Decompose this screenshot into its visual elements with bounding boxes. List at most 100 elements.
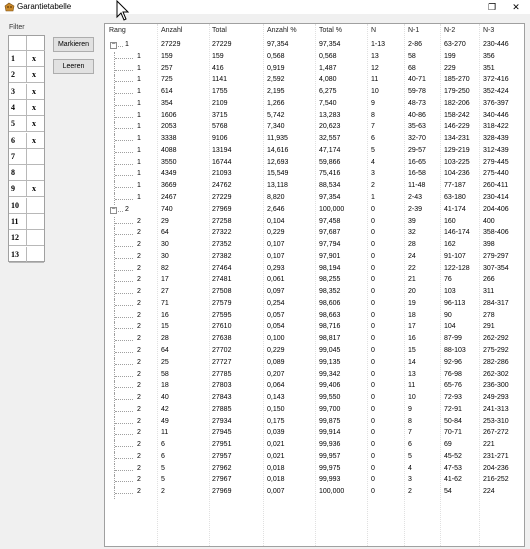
cell-n-minus-3: 279-445 [483,158,509,166]
filter-row[interactable]: 2x [9,67,45,84]
filter-row[interactable]: 11 [9,214,45,230]
table-row[interactable]: 2 5 27967 0,018 99,993 0 3 41-62 216-252 [105,475,524,488]
cell-rank: 2 [137,288,141,296]
table-row[interactable]: 1 725 1141 2,592 4,080 11 40-71 185-270 372-416 [105,75,524,88]
collapse-icon[interactable]: − [110,206,117,214]
filter-row[interactable]: 5x [9,116,45,133]
filter-row-mark[interactable] [27,198,44,214]
cell-n-minus-2: 54 [444,488,452,496]
table-row[interactable]: 2 42 27885 0,150 99,700 0 9 72-91 241-313 [105,404,524,417]
column-header-n-minus-3[interactable]: N-3 [483,27,494,34]
filter-row-mark[interactable]: x [27,133,44,149]
filter-row-mark[interactable]: x [27,51,44,67]
cell-rank: 1 [137,64,141,72]
clear-button[interactable]: Leeren [53,59,94,74]
table-row[interactable]: 2 5 27962 0,018 99,975 0 4 47-53 204-236 [105,463,524,476]
table-row[interactable]: 2 30 27352 0,107 97,794 0 28 162 398 [105,240,524,252]
filter-row-mark[interactable]: x [27,67,44,84]
table-row[interactable]: 2 18 27803 0,064 99,406 0 11 65-76 236-300 [105,381,524,394]
filter-row[interactable]: 9x [9,181,45,198]
tree-line [115,316,133,318]
filter-row-mark[interactable] [27,214,44,230]
filter-row[interactable]: 8 [9,165,45,182]
table-row[interactable]: 2 40 27843 0,143 99,550 0 10 72-93 249-293 [105,393,524,405]
cell-n-minus-2: 104 [444,323,456,331]
column-header-count-pct[interactable]: Anzahl % [267,27,297,34]
tree-line [115,304,133,306]
filter-row[interactable]: 10 [9,197,45,214]
table-row[interactable]: 1 4349 21093 15,549 75,416 3 16-58 104-236 275-4… [105,169,524,182]
maximize-button[interactable]: ❐ [484,1,500,13]
table-row[interactable]: 2 58 27785 0,207 99,342 0 13 76-98 262-302 [105,369,524,382]
table-row[interactable]: 2 71 27579 0,254 98,606 0 19 96-113 284-317 [105,298,524,311]
filter-row-number: 6 [9,132,27,149]
table-row[interactable]: 2 64 27322 0,229 97,687 0 32 146-174 358-406 [105,228,524,241]
filter-row[interactable]: 13 [9,246,45,263]
column-header-rank[interactable]: Rang [109,27,126,34]
filter-row-mark[interactable] [27,230,44,247]
table-row[interactable]: 1 2053 5768 7,340 20,623 7 35-63 146-229 318-422 [105,122,524,135]
table-row[interactable]: 2 64 27702 0,229 99,045 0 15 88-103 275-292 [105,346,524,358]
cell-rank: 1 [137,135,141,143]
table-row[interactable]: 2 17 27481 0,061 98,255 0 21 76 266 [105,275,524,288]
filter-row[interactable]: 3x [9,83,45,100]
table-row[interactable]: 2 6 27957 0,021 99,957 0 5 45-52 231-271 [105,451,524,464]
filter-row-mark[interactable]: x [27,116,44,133]
filter-row-mark[interactable] [27,165,44,182]
table-row[interactable]: 1 354 2109 1,266 7,540 9 48-73 182-206 376-397 [105,98,524,111]
filter-row-mark[interactable]: x [27,84,44,100]
table-row[interactable]: 2 28 27638 0,100 98,817 0 16 87-99 262-292 [105,334,524,347]
table-row[interactable]: 1 614 1755 2,195 6,275 10 59-78 179-250 352-424 [105,87,524,99]
filter-row-mark[interactable] [27,247,44,263]
cell-n: 0 [371,382,375,390]
table-row[interactable]: 2 29 27258 0,104 97,458 0 39 160 400 [105,216,524,229]
cell-count-pct: 14,616 [267,146,289,154]
table-row[interactable]: 2 16 27595 0,057 98,663 0 18 90 278 [105,310,524,323]
column-header-total-pct[interactable]: Total % [319,27,342,34]
filter-row-mark[interactable] [27,149,44,165]
table-row[interactable]: 2 15 27610 0,054 98,716 0 17 104 291 [105,322,524,335]
table-row[interactable]: 2 2 27969 0,007 100,000 0 2 54 224 [105,487,524,500]
cell-total: 27885 [212,405,232,413]
cell-n: 0 [371,335,375,343]
group-row[interactable]: −2 740 27969 2,646 100,000 0 2-39 41-174 204-406 [105,205,524,216]
close-button[interactable]: ✕ [508,1,524,13]
table-row[interactable]: 1 4088 13194 14,616 47,174 5 29-57 129-219 312-4… [105,145,524,158]
cell-count-pct: 0,007 [267,488,285,496]
column-header-n-minus-2[interactable]: N-2 [444,27,455,34]
cell-rank: 2 [137,335,141,343]
table-row[interactable]: 2 82 27464 0,293 98,194 0 22 122-128 307-354 [105,263,524,276]
column-header-total[interactable]: Total [212,27,227,34]
guarantee-table[interactable]: Rang Anzahl Total Anzahl % Total % N N-1 N-2 N-3… [104,23,525,547]
table-row[interactable]: 2 27 27508 0,097 98,352 0 20 103 311 [105,287,524,299]
table-row[interactable]: 1 3550 16744 12,693 59,866 4 16-65 103-225 279-4… [105,157,524,170]
table-row[interactable]: 1 3338 9106 11,935 32,557 6 32-70 134-231 328-43… [105,134,524,146]
table-row[interactable]: 2 11 27945 0,039 99,914 0 7 70-71 267-272 [105,428,524,441]
table-row[interactable]: 2 30 27382 0,107 97,901 0 24 91-107 279-297 [105,251,524,264]
filter-row[interactable]: 1x [9,51,45,67]
cell-n: 0 [371,464,375,472]
filter-row[interactable]: 7 [9,148,45,165]
filter-row-mark[interactable]: x [27,100,44,116]
table-row[interactable]: 1 159 159 0,568 0,568 13 58 199 356 [105,51,524,64]
column-header-n-minus-1[interactable]: N-1 [408,27,419,34]
mark-button[interactable]: Markieren [53,37,94,52]
cell-n-minus-3: 262-302 [483,370,509,378]
filter-row-mark[interactable]: x [27,181,44,198]
table-row[interactable]: 1 3669 24762 13,118 88,534 2 11-48 77-187 260-41… [105,181,524,193]
table-row[interactable]: 1 1606 3715 5,742 13,283 8 40-86 158-242 340-446 [105,110,524,123]
table-row[interactable]: 1 2467 27229 8,820 97,354 1 2-43 63-180 230-414 [105,193,524,205]
group-row[interactable]: − 1 27229 27229 97,354 97,354 1-13 2-86 63-270 23… [105,40,524,51]
cell-n: 5 [371,146,375,154]
table-row[interactable]: 2 6 27951 0,021 99,936 0 6 69 221 [105,440,524,452]
table-row[interactable]: 1 257 416 0,919 1,487 12 68 229 351 [105,63,524,76]
column-header-n[interactable]: N [371,27,376,34]
table-row[interactable]: 2 25 27727 0,089 99,135 0 14 92-96 282-286 [105,357,524,370]
cell-rank: 2 [137,323,141,331]
filter-row[interactable]: 12 [9,230,45,247]
filter-row[interactable]: 4x [9,99,45,116]
filter-row[interactable]: 6x [9,132,45,149]
collapse-icon[interactable]: − [110,41,117,49]
table-row[interactable]: 2 49 27934 0,175 99,875 0 8 50-84 253-310 [105,416,524,429]
column-header-count[interactable]: Anzahl [161,27,182,34]
